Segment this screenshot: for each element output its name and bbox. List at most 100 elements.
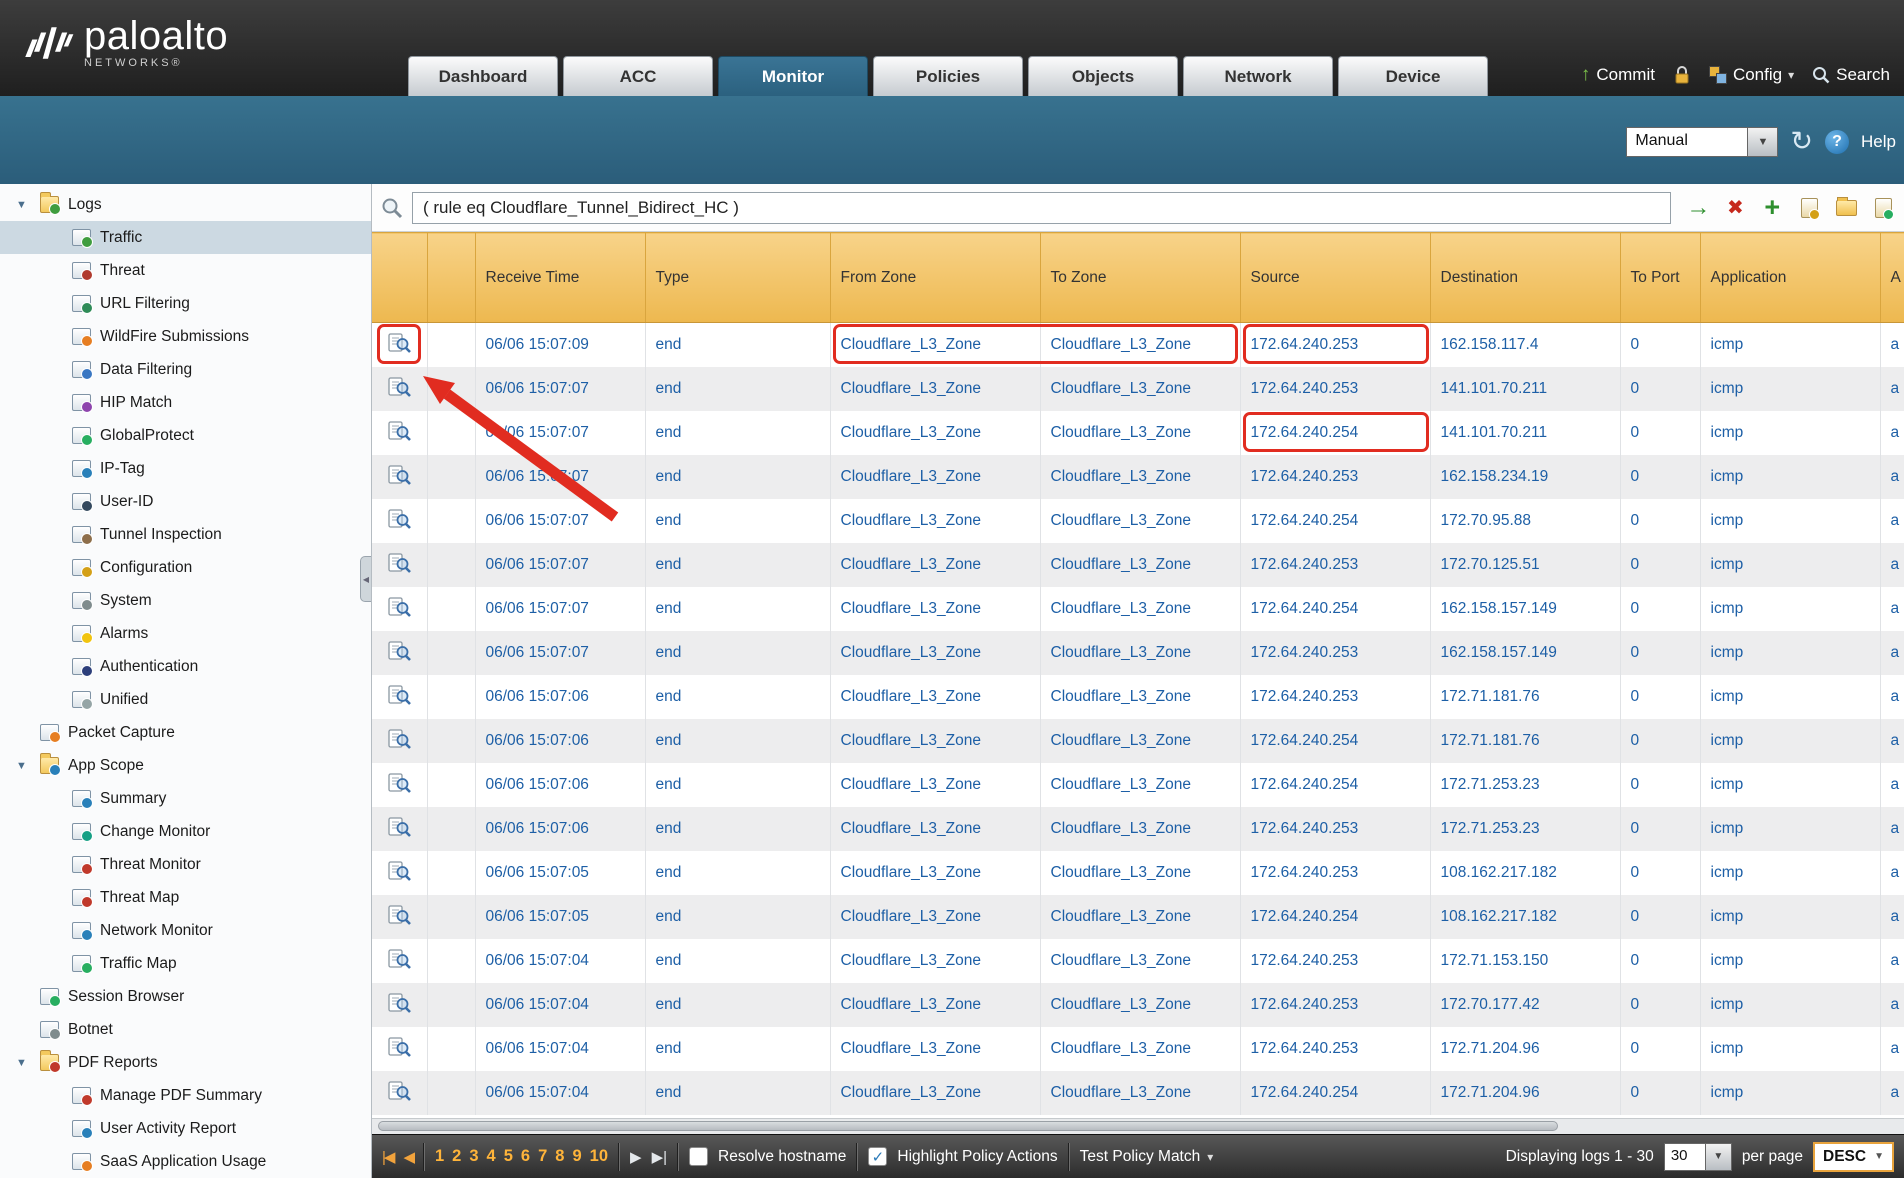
from-zone-cell[interactable]: Cloudflare_L3_Zone: [830, 543, 1040, 587]
source-cell[interactable]: 172.64.240.253: [1240, 455, 1430, 499]
log-detail-icon[interactable]: [388, 772, 411, 793]
apply-filter-button[interactable]: →: [1685, 195, 1711, 221]
log-detail-icon[interactable]: [388, 684, 411, 705]
destination-cell[interactable]: 172.71.153.150: [1430, 939, 1620, 983]
page-number-4[interactable]: 4: [487, 1147, 496, 1166]
to-port-cell[interactable]: 0: [1620, 587, 1700, 631]
action-cell[interactable]: a: [1880, 675, 1904, 719]
horizontal-scrollbar-thumb[interactable]: [378, 1121, 1558, 1131]
column-header-from-zone[interactable]: From Zone: [830, 233, 1040, 323]
help-label[interactable]: Help: [1861, 132, 1896, 152]
source-cell[interactable]: 172.64.240.253: [1240, 323, 1430, 367]
lock-icon[interactable]: [1673, 65, 1691, 85]
destination-cell[interactable]: 172.70.125.51: [1430, 543, 1620, 587]
action-cell[interactable]: a: [1880, 367, 1904, 411]
receive-time-cell[interactable]: 06/06 15:07:09: [475, 323, 645, 367]
to-zone-cell[interactable]: Cloudflare_L3_Zone: [1040, 1071, 1240, 1115]
application-cell[interactable]: icmp: [1700, 719, 1880, 763]
source-cell[interactable]: 172.64.240.254: [1240, 1071, 1430, 1115]
log-detail-icon[interactable]: [388, 420, 411, 441]
table-row[interactable]: 06/06 15:07:06 end Cloudflare_L3_Zone Cl…: [372, 763, 1904, 807]
log-detail-cell[interactable]: [372, 983, 427, 1027]
application-cell[interactable]: icmp: [1700, 543, 1880, 587]
log-detail-cell[interactable]: [372, 1071, 427, 1115]
source-cell[interactable]: 172.64.240.254: [1240, 895, 1430, 939]
log-detail-cell[interactable]: [372, 1027, 427, 1071]
from-zone-cell[interactable]: Cloudflare_L3_Zone: [830, 895, 1040, 939]
source-cell[interactable]: 172.64.240.254: [1240, 587, 1430, 631]
sidebar-item-network-monitor[interactable]: Network Monitor: [0, 914, 371, 947]
application-cell[interactable]: icmp: [1700, 807, 1880, 851]
page-number-7[interactable]: 7: [538, 1147, 547, 1166]
type-cell[interactable]: end: [645, 939, 830, 983]
log-detail-icon[interactable]: [388, 948, 411, 969]
application-cell[interactable]: icmp: [1700, 1027, 1880, 1071]
destination-cell[interactable]: 172.71.204.96: [1430, 1027, 1620, 1071]
log-detail-cell[interactable]: [372, 851, 427, 895]
column-header-destination[interactable]: Destination: [1430, 233, 1620, 323]
sidebar-item-threat-map[interactable]: Threat Map: [0, 881, 371, 914]
page-number-9[interactable]: 9: [572, 1147, 581, 1166]
log-detail-cell[interactable]: [372, 807, 427, 851]
application-cell[interactable]: icmp: [1700, 499, 1880, 543]
to-port-cell[interactable]: 0: [1620, 763, 1700, 807]
application-cell[interactable]: icmp: [1700, 631, 1880, 675]
expand-triangle-icon[interactable]: ▼: [16, 199, 40, 211]
type-cell[interactable]: end: [645, 851, 830, 895]
table-row[interactable]: 06/06 15:07:04 end Cloudflare_L3_Zone Cl…: [372, 983, 1904, 1027]
sidebar-item-system[interactable]: System: [0, 584, 371, 617]
receive-time-cell[interactable]: 06/06 15:07:07: [475, 499, 645, 543]
table-row[interactable]: 06/06 15:07:06 end Cloudflare_L3_Zone Cl…: [372, 807, 1904, 851]
receive-time-cell[interactable]: 06/06 15:07:05: [475, 895, 645, 939]
destination-cell[interactable]: 141.101.70.211: [1430, 411, 1620, 455]
receive-time-cell[interactable]: 06/06 15:07:04: [475, 1071, 645, 1115]
from-zone-cell[interactable]: Cloudflare_L3_Zone: [830, 631, 1040, 675]
log-detail-icon[interactable]: [388, 596, 411, 617]
table-row[interactable]: 06/06 15:07:07 end Cloudflare_L3_Zone Cl…: [372, 411, 1904, 455]
destination-cell[interactable]: 172.70.95.88: [1430, 499, 1620, 543]
test-policy-match-button[interactable]: Test Policy Match ▾: [1080, 1148, 1214, 1166]
to-zone-cell[interactable]: Cloudflare_L3_Zone: [1040, 323, 1240, 367]
table-row[interactable]: 06/06 15:07:09 end Cloudflare_L3_Zone Cl…: [372, 323, 1904, 367]
source-cell[interactable]: 172.64.240.253: [1240, 851, 1430, 895]
destination-cell[interactable]: 162.158.157.149: [1430, 631, 1620, 675]
receive-time-cell[interactable]: 06/06 15:07:07: [475, 587, 645, 631]
from-zone-cell[interactable]: Cloudflare_L3_Zone: [830, 851, 1040, 895]
application-cell[interactable]: icmp: [1700, 411, 1880, 455]
clear-filter-button[interactable]: ✖: [1722, 195, 1748, 221]
log-detail-cell[interactable]: [372, 411, 427, 455]
log-detail-cell[interactable]: [372, 499, 427, 543]
log-detail-cell[interactable]: [372, 895, 427, 939]
page-number-6[interactable]: 6: [521, 1147, 530, 1166]
search-link[interactable]: Search: [1812, 65, 1890, 85]
tab-objects[interactable]: Objects: [1028, 56, 1178, 96]
receive-time-cell[interactable]: 06/06 15:07:07: [475, 543, 645, 587]
action-cell[interactable]: a: [1880, 455, 1904, 499]
receive-time-cell[interactable]: 06/06 15:07:07: [475, 455, 645, 499]
to-port-cell[interactable]: 0: [1620, 411, 1700, 455]
sidebar-item-hip-match[interactable]: HIP Match: [0, 386, 371, 419]
table-row[interactable]: 06/06 15:07:07 end Cloudflare_L3_Zone Cl…: [372, 499, 1904, 543]
column-header-source[interactable]: Source: [1240, 233, 1430, 323]
receive-time-cell[interactable]: 06/06 15:07:04: [475, 1027, 645, 1071]
log-detail-cell[interactable]: [372, 763, 427, 807]
column-header-to-zone[interactable]: To Zone: [1040, 233, 1240, 323]
source-cell[interactable]: 172.64.240.254: [1240, 719, 1430, 763]
action-cell[interactable]: a: [1880, 499, 1904, 543]
last-page-button[interactable]: ▶|: [652, 1148, 667, 1166]
log-detail-icon[interactable]: [388, 464, 411, 485]
table-row[interactable]: 06/06 15:07:07 end Cloudflare_L3_Zone Cl…: [372, 367, 1904, 411]
to-zone-cell[interactable]: Cloudflare_L3_Zone: [1040, 455, 1240, 499]
from-zone-cell[interactable]: Cloudflare_L3_Zone: [830, 939, 1040, 983]
source-cell[interactable]: 172.64.240.253: [1240, 983, 1430, 1027]
expand-triangle-icon[interactable]: ▼: [16, 1057, 40, 1069]
sidebar-collapse-button[interactable]: ◀: [360, 556, 371, 602]
to-zone-cell[interactable]: Cloudflare_L3_Zone: [1040, 499, 1240, 543]
action-cell[interactable]: a: [1880, 1027, 1904, 1071]
action-cell[interactable]: a: [1880, 939, 1904, 983]
page-number-5[interactable]: 5: [504, 1147, 513, 1166]
destination-cell[interactable]: 172.70.177.42: [1430, 983, 1620, 1027]
source-cell[interactable]: 172.64.240.253: [1240, 631, 1430, 675]
sidebar-item-unified[interactable]: Unified: [0, 683, 371, 716]
table-row[interactable]: 06/06 15:07:05 end Cloudflare_L3_Zone Cl…: [372, 895, 1904, 939]
